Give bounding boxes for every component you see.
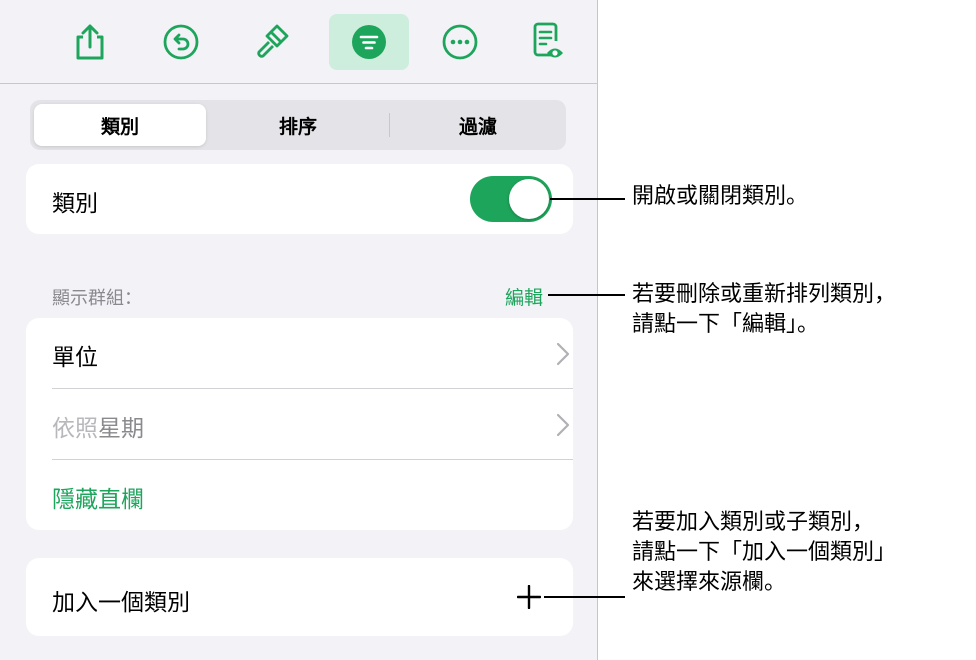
callout-line-add <box>544 596 625 598</box>
tab-categories[interactable]: 類別 <box>34 104 206 146</box>
undo-button[interactable] <box>141 14 221 70</box>
callout-edit: 若要刪除或重新排列類別， 請點一下「編輯」。 <box>632 282 897 337</box>
reading-view-icon <box>533 22 563 58</box>
weekday-main: 星期 <box>98 416 144 442</box>
plus-icon <box>517 585 541 609</box>
organize-panel: 類別 排序 過濾 類別 顯示群組： 編輯 單位 依照星期 隱藏直欄 加入一個類別 <box>0 0 598 660</box>
add-category-card[interactable]: 加入一個類別 <box>26 558 573 636</box>
callout-add: 若要加入類別或子類別， 請點一下「加入一個類別」 來選擇來源欄。 <box>632 510 897 595</box>
undo-icon <box>163 24 199 60</box>
toggle-knob <box>509 179 549 219</box>
hide-columns-button[interactable]: 隱藏直欄 <box>26 460 573 530</box>
segmented-control: 類別 排序 過濾 <box>30 100 566 150</box>
hide-columns-label: 隱藏直欄 <box>52 487 144 513</box>
group-row-unit[interactable]: 單位 <box>26 318 573 388</box>
group-row-unit-label: 單位 <box>52 345 98 371</box>
tab-filter[interactable]: 過濾 <box>392 104 564 146</box>
share-button[interactable] <box>50 14 130 70</box>
more-button[interactable] <box>420 14 500 70</box>
tab-sort-label: 排序 <box>278 115 317 138</box>
tab-filter-label: 過濾 <box>458 115 497 138</box>
format-button[interactable] <box>232 14 312 70</box>
reading-view-button[interactable] <box>508 14 588 70</box>
callout-line-edit <box>548 294 625 296</box>
organize-icon <box>352 25 386 59</box>
callout-toggle: 開啟或關閉類別。 <box>632 184 809 209</box>
categories-toggle-card: 類別 <box>26 164 573 234</box>
segment-divider <box>389 113 390 137</box>
share-icon <box>76 24 104 60</box>
tab-sort[interactable]: 排序 <box>212 104 384 146</box>
callout-line-toggle <box>550 198 625 200</box>
group-section-header: 顯示群組： <box>52 288 142 309</box>
format-brush-icon <box>257 24 289 58</box>
more-icon <box>442 24 478 60</box>
chevron-right-icon <box>556 413 570 437</box>
edit-button[interactable]: 編輯 <box>505 283 543 310</box>
categories-toggle-label: 類別 <box>52 191 98 217</box>
organize-button[interactable] <box>329 14 409 70</box>
group-row-weekday-label: 依照星期 <box>52 409 144 443</box>
toolbar <box>0 0 597 84</box>
categories-toggle-switch[interactable] <box>470 176 552 222</box>
chevron-right-icon <box>556 342 570 366</box>
tab-categories-label: 類別 <box>100 115 139 138</box>
group-row-weekday[interactable]: 依照星期 <box>26 389 573 459</box>
group-card: 單位 依照星期 隱藏直欄 <box>26 318 573 530</box>
add-category-label: 加入一個類別 <box>52 590 190 616</box>
weekday-prefix: 依照 <box>52 416 98 442</box>
